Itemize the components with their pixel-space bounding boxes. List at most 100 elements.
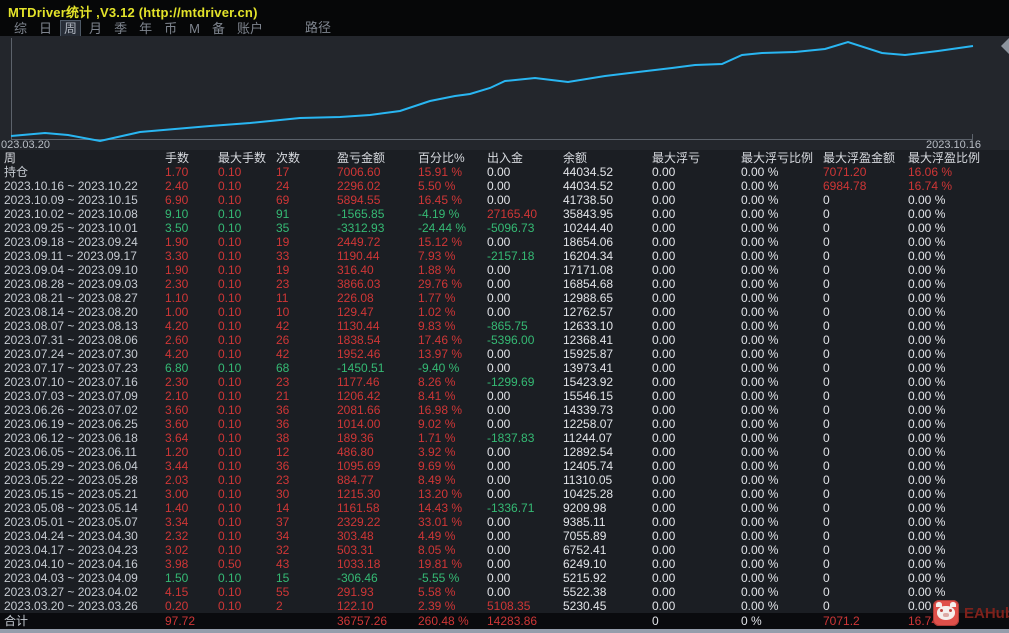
menu-item-path[interactable]: 路径 (305, 20, 331, 35)
table-row[interactable]: 2023.06.19 ~ 2023.06.25 3.60 0.10 36 1014.00… (0, 417, 1009, 431)
cell: 0.00 % (908, 193, 946, 207)
cell: 23 (276, 473, 290, 487)
cell: 0.00 % (908, 501, 946, 515)
table-row[interactable]: 2023.05.22 ~ 2023.05.28 2.03 0.10 23 884.77 8… (0, 473, 1009, 487)
table-row[interactable]: 2023.07.31 ~ 2023.08.06 2.60 0.10 26 1838.54… (0, 333, 1009, 347)
cell: 37 (276, 515, 290, 529)
cell: 0.00 (652, 193, 676, 207)
menu-item-6[interactable]: 年 (135, 20, 156, 37)
title-bar: MTDriver统计 ,V3.12 (http://mtdriver.cn) 综… (0, 0, 1009, 37)
menu-item-2[interactable]: 日 (35, 20, 56, 37)
cell: -1299.69 (487, 375, 535, 389)
table-row[interactable]: 2023.09.04 ~ 2023.09.10 1.90 0.10 19 316.40 1… (0, 263, 1009, 277)
table-row[interactable]: 2023.05.15 ~ 2023.05.21 3.00 0.10 30 1215.30… (0, 487, 1009, 501)
cell: 2 (276, 599, 283, 613)
cell: 4.20 (165, 347, 189, 361)
menu-item-8[interactable]: M (185, 20, 204, 37)
cell: 0 (823, 235, 830, 249)
cell: -306.46 (337, 571, 378, 585)
menu-item-5[interactable]: 季 (110, 20, 131, 37)
cell: 0 (823, 557, 830, 571)
cell: 4.49 % (418, 529, 456, 543)
menu-item-4[interactable]: 月 (85, 20, 106, 37)
table-row[interactable]: 2023.04.10 ~ 2023.04.16 3.98 0.50 43 1033.18… (0, 557, 1009, 571)
cell: 0.00 % (741, 375, 779, 389)
row-label: 2023.09.04 ~ 2023.09.10 (4, 263, 138, 277)
table-row[interactable]: 2023.04.03 ~ 2023.04.09 1.50 0.10 15 -306.46… (0, 571, 1009, 585)
menu-item-9[interactable]: 备 (208, 20, 229, 37)
table-row[interactable]: 2023.08.21 ~ 2023.08.27 1.10 0.10 11 226.08 1… (0, 291, 1009, 305)
cell: 0.00 (652, 473, 676, 487)
table-row[interactable]: 2023.07.03 ~ 2023.07.09 2.10 0.10 21 1206.42… (0, 389, 1009, 403)
table-row[interactable]: 2023.04.17 ~ 2023.04.23 3.02 0.10 32 503.31 8… (0, 543, 1009, 557)
table-row[interactable]: 持仓 1.70 0.10 17 7006.60 15.91 % 0.00 44034.52 0.… (0, 165, 1009, 179)
menu-item-10[interactable]: 账户 (233, 20, 267, 37)
table-row[interactable]: 2023.05.08 ~ 2023.05.14 1.40 0.10 14 1161.58… (0, 501, 1009, 515)
cell: 1095.69 (337, 459, 381, 473)
table-row[interactable]: 2023.03.20 ~ 2023.03.26 0.20 0.10 2 122.10 2.… (0, 599, 1009, 613)
cell: 0.00 % (908, 543, 946, 557)
cell: -3312.93 (337, 221, 385, 235)
table-row[interactable]: 2023.10.16 ~ 2023.10.22 2.40 0.10 24 2296.02… (0, 179, 1009, 193)
cell: 3.60 (165, 403, 189, 417)
cell: 0.00 (487, 487, 511, 501)
menu-item-1[interactable]: 综 (10, 20, 31, 37)
row-label: 2023.05.08 ~ 2023.05.14 (4, 501, 138, 515)
cell: 0.00 (487, 557, 511, 571)
table-row[interactable]: 2023.06.26 ~ 2023.07.02 3.60 0.10 36 2081.66… (0, 403, 1009, 417)
cell: 41738.50 (563, 193, 614, 207)
cell: 0.00 (652, 263, 676, 277)
table-row[interactable]: 2023.06.05 ~ 2023.06.11 1.20 0.10 12 486.80 3… (0, 445, 1009, 459)
table-row[interactable]: 2023.07.17 ~ 2023.07.23 6.80 0.10 68 -1450.5… (0, 361, 1009, 375)
cell: 0.00 % (908, 403, 946, 417)
table-row[interactable]: 2023.07.10 ~ 2023.07.16 2.30 0.10 23 1177.46… (0, 375, 1009, 389)
cell: 0.00 % (908, 207, 946, 221)
cell: 0.00 (487, 263, 511, 277)
eahub-logo-icon (933, 600, 959, 626)
equity-curve-chart (10, 38, 974, 143)
cell: 12405.74 (563, 459, 614, 473)
menu-item-7[interactable]: 币 (160, 20, 181, 37)
cell: 0.00 % (741, 571, 779, 585)
cell: 0.00 (652, 277, 676, 291)
cell: 5.58 % (418, 585, 456, 599)
total-cell: 7071.2 (823, 614, 860, 628)
cell: 0.00 (652, 585, 676, 599)
cell: 14339.73 (563, 403, 614, 417)
table-row[interactable]: 2023.05.29 ~ 2023.06.04 3.44 0.10 36 1095.69… (0, 459, 1009, 473)
cell: 0.00 % (908, 417, 946, 431)
table-row[interactable]: 2023.09.11 ~ 2023.09.17 3.30 0.10 33 1190.44… (0, 249, 1009, 263)
cell: 0 (823, 487, 830, 501)
table-row[interactable]: 2023.08.28 ~ 2023.09.03 2.30 0.10 23 3866.03… (0, 277, 1009, 291)
cell: 0 (823, 361, 830, 375)
scroll-arrow-icon[interactable] (1001, 38, 1009, 54)
table-row[interactable]: 2023.09.18 ~ 2023.09.24 1.90 0.10 19 2449.72… (0, 235, 1009, 249)
table-row[interactable]: 2023.03.27 ~ 2023.04.02 4.15 0.10 55 291.93 5… (0, 585, 1009, 599)
table-row[interactable]: 2023.04.24 ~ 2023.04.30 2.32 0.10 34 303.48 4… (0, 529, 1009, 543)
cell: 0.00 % (908, 487, 946, 501)
table-row[interactable]: 2023.06.12 ~ 2023.06.18 3.64 0.10 38 189.36 1… (0, 431, 1009, 445)
table-row[interactable]: 2023.08.07 ~ 2023.08.13 4.20 0.10 42 1130.44… (0, 319, 1009, 333)
total-row: 合计 97.72 36757.26 260.48 % 14283.86 0 0 % 7071.… (0, 613, 1009, 629)
cell: 0.00 (487, 277, 511, 291)
cell: 0.00 % (741, 389, 779, 403)
cell: 0.10 (218, 529, 242, 543)
cell: 3.34 (165, 515, 189, 529)
cell: 5108.35 (487, 599, 531, 613)
cell: 0.00 % (741, 459, 779, 473)
cell: 0.00 % (741, 431, 779, 445)
cell: 0 (823, 543, 830, 557)
table-row[interactable]: 2023.05.01 ~ 2023.05.07 3.34 0.10 37 2329.22… (0, 515, 1009, 529)
table-row[interactable]: 2023.10.09 ~ 2023.10.15 6.90 0.10 69 5894.55… (0, 193, 1009, 207)
cell: 0.00 (652, 235, 676, 249)
table-row[interactable]: 2023.08.14 ~ 2023.08.20 1.00 0.10 10 129.47 1… (0, 305, 1009, 319)
table-row[interactable]: 2023.07.24 ~ 2023.07.30 4.20 0.10 42 1952.46… (0, 347, 1009, 361)
cell: 0.20 (165, 599, 189, 613)
cell: 0.00 (652, 571, 676, 585)
menu-item-3[interactable]: 周 (60, 20, 82, 37)
cell: 0.10 (218, 333, 242, 347)
cell: 9.69 % (418, 459, 456, 473)
cell: 3.60 (165, 417, 189, 431)
table-row[interactable]: 2023.10.02 ~ 2023.10.08 9.10 0.10 91 -1565.8… (0, 207, 1009, 221)
table-row[interactable]: 2023.09.25 ~ 2023.10.01 3.50 0.10 35 -3312.9… (0, 221, 1009, 235)
